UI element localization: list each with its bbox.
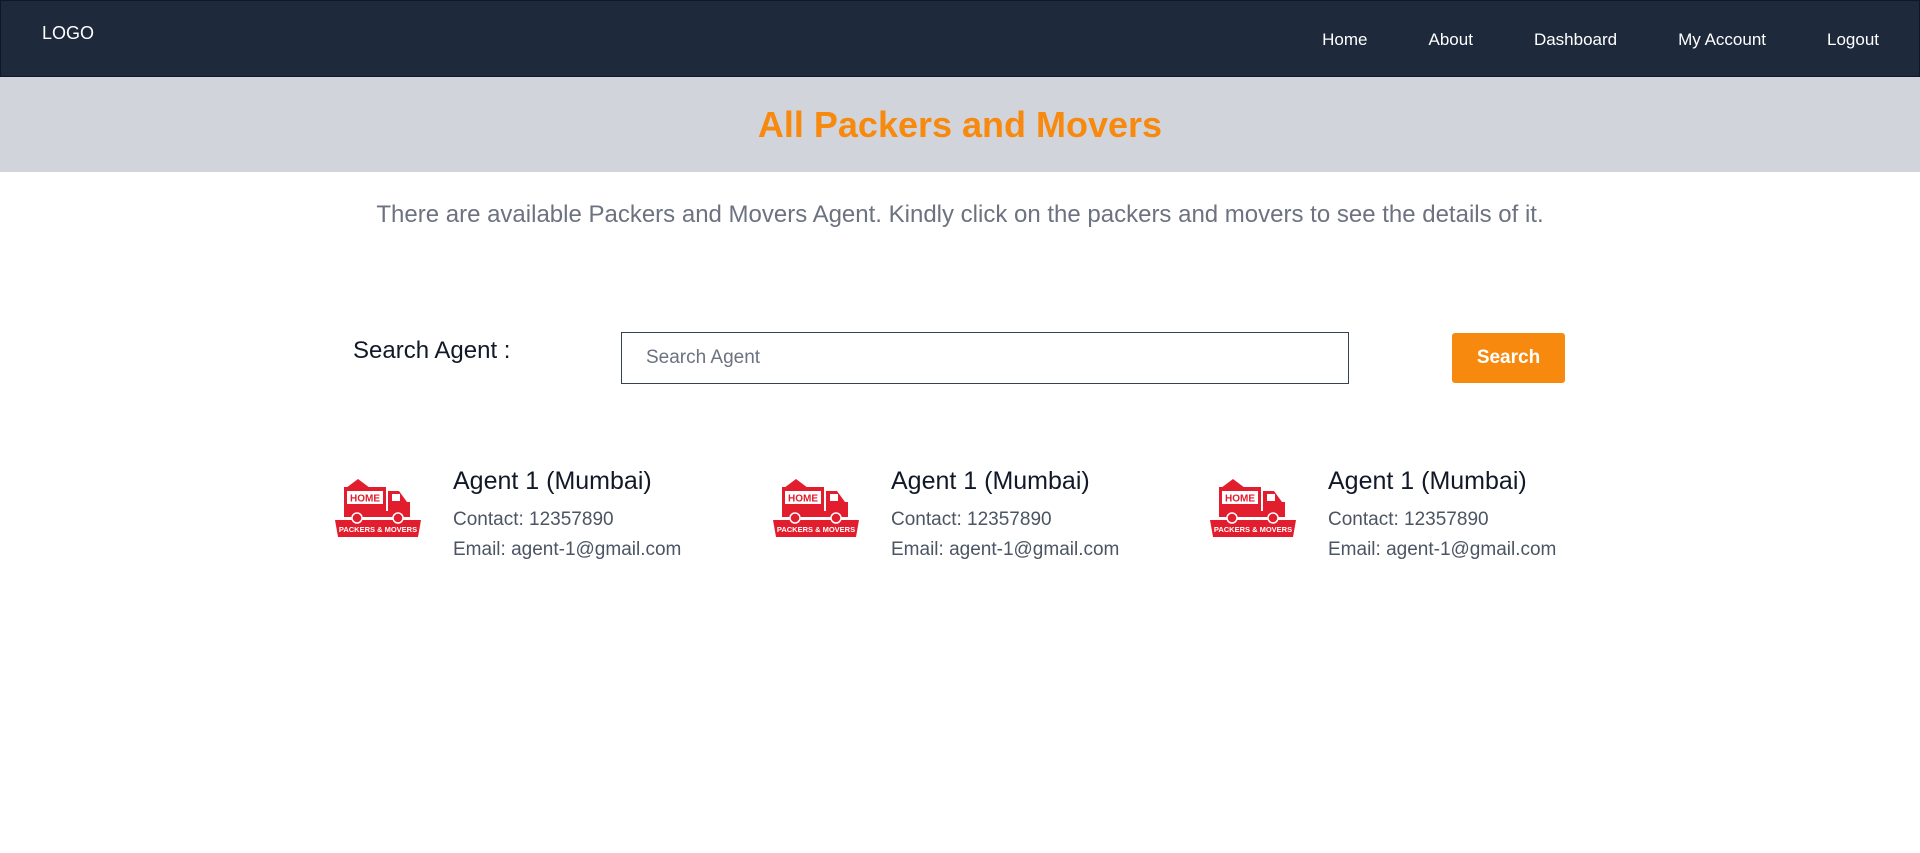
- svg-text:PACKERS & MOVERS: PACKERS & MOVERS: [777, 525, 855, 534]
- search-agent-input[interactable]: [621, 332, 1349, 384]
- svg-text:HOME: HOME: [788, 494, 818, 505]
- agent-email: Email: agent-1@gmail.com: [1328, 539, 1557, 560]
- top-navbar: LOGO Home About Dashboard My Account Log…: [0, 0, 1920, 77]
- packers-movers-truck-icon: HOME PACKERS & MOVERS: [773, 479, 859, 537]
- svg-text:HOME: HOME: [350, 494, 380, 505]
- search-agent-label: Search Agent :: [353, 337, 511, 364]
- search-button[interactable]: Search: [1452, 333, 1565, 383]
- intro-text: There are available Packers and Movers A…: [376, 201, 1544, 228]
- agent-email: Email: agent-1@gmail.com: [453, 539, 682, 560]
- agent-contact: Contact: 12357890: [1328, 509, 1489, 530]
- nav-home-link[interactable]: Home: [1322, 30, 1367, 50]
- agent-card[interactable]: HOME PACKERS & MOVERS Agent 1 (Mumbai) C…: [770, 467, 1160, 567]
- page-banner: All Packers and Movers: [0, 77, 1920, 172]
- page-title: All Packers and Movers: [757, 104, 1163, 145]
- svg-text:PACKERS & MOVERS: PACKERS & MOVERS: [339, 525, 417, 534]
- packers-movers-truck-icon: HOME PACKERS & MOVERS: [335, 479, 421, 537]
- agent-contact: Contact: 12357890: [453, 509, 614, 530]
- agent-contact: Contact: 12357890: [891, 509, 1052, 530]
- main-nav: Home About Dashboard My Account Logout: [1322, 1, 1879, 78]
- nav-dashboard-link[interactable]: Dashboard: [1534, 30, 1617, 50]
- packers-movers-truck-icon: HOME PACKERS & MOVERS: [1210, 479, 1296, 537]
- agent-name: Agent 1 (Mumbai): [453, 467, 652, 495]
- svg-text:PACKERS & MOVERS: PACKERS & MOVERS: [1214, 525, 1292, 534]
- agent-name: Agent 1 (Mumbai): [1328, 467, 1527, 495]
- agent-name: Agent 1 (Mumbai): [891, 467, 1090, 495]
- nav-my-account-link[interactable]: My Account: [1678, 30, 1766, 50]
- agent-email: Email: agent-1@gmail.com: [891, 539, 1120, 560]
- site-logo[interactable]: LOGO: [42, 23, 94, 44]
- nav-about-link[interactable]: About: [1429, 30, 1473, 50]
- agent-card[interactable]: HOME PACKERS & MOVERS Agent 1 (Mumbai) C…: [1207, 467, 1597, 567]
- agent-card[interactable]: HOME PACKERS & MOVERS Agent 1 (Mumbai) C…: [332, 467, 722, 567]
- svg-text:HOME: HOME: [1225, 494, 1255, 505]
- nav-logout-link[interactable]: Logout: [1827, 30, 1879, 50]
